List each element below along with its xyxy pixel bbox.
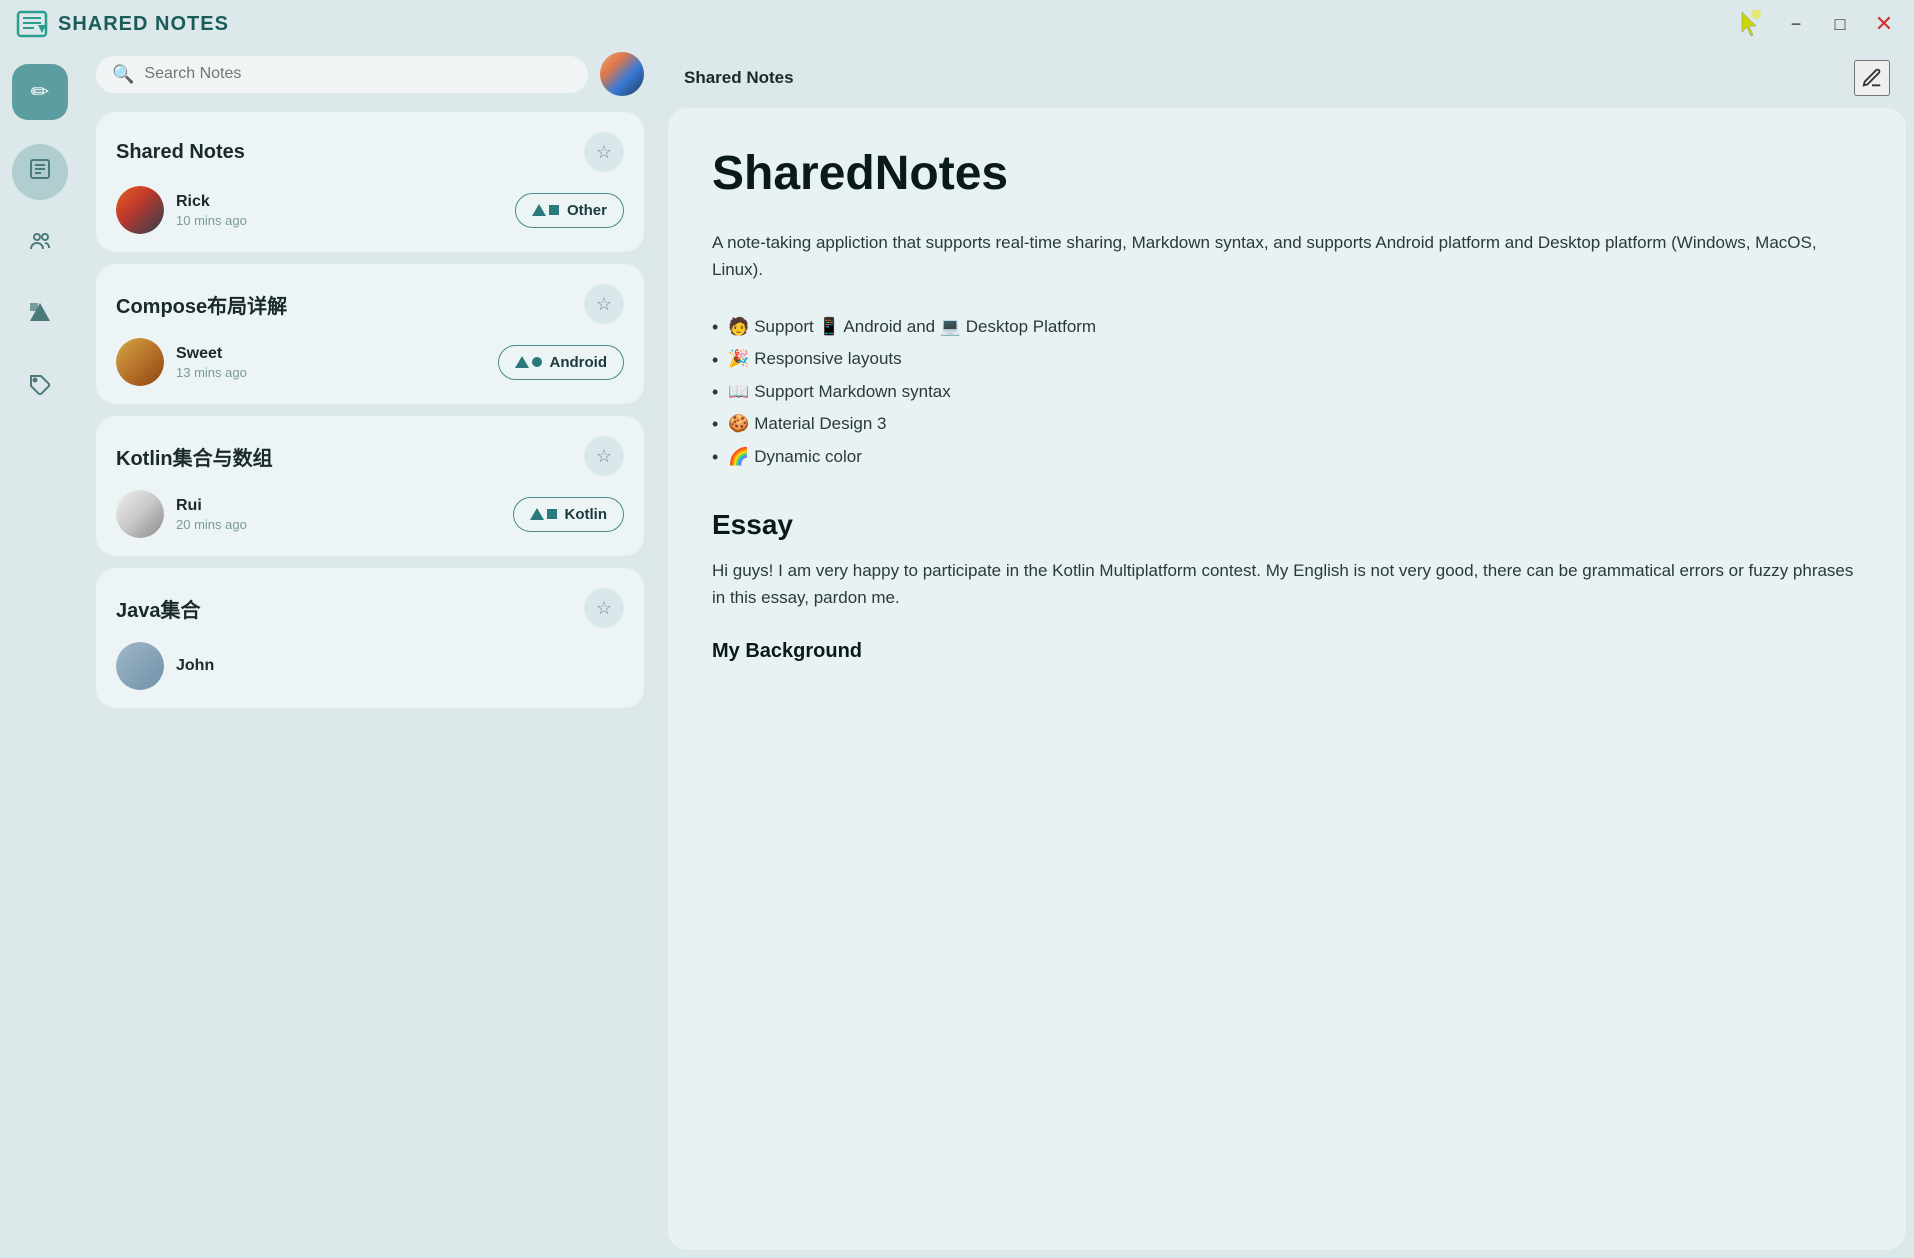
edit-icon: ✏ bbox=[31, 79, 49, 105]
sidebar: ✏ bbox=[0, 48, 80, 1258]
note-tag-other[interactable]: Other bbox=[515, 193, 624, 228]
title-bar: SHARED NOTES − □ ✕ bbox=[0, 0, 1914, 48]
note-card-header-kotlin: Kotlin集合与数组 ☆ bbox=[116, 436, 624, 476]
note-card-header: Shared Notes ☆ bbox=[116, 132, 624, 172]
search-input[interactable] bbox=[144, 65, 572, 83]
note-info-compose: Sweet 13 mins ago bbox=[176, 345, 247, 380]
star-button[interactable]: ☆ bbox=[584, 132, 624, 172]
star-button-kotlin[interactable]: ☆ bbox=[584, 436, 624, 476]
note-card-shared-notes[interactable]: Shared Notes ☆ Rick 10 mins ago bbox=[96, 112, 644, 252]
note-card-header-compose: Compose布局详解 ☆ bbox=[116, 284, 624, 324]
note-avatar-sweet bbox=[116, 338, 164, 386]
note-title-java: Java集合 bbox=[116, 594, 201, 623]
window-controls: − □ ✕ bbox=[1734, 8, 1898, 40]
kotlin-tag-icon bbox=[530, 508, 557, 520]
essay-title: Essay bbox=[712, 509, 1862, 541]
star-button-java[interactable]: ☆ bbox=[584, 588, 624, 628]
sidebar-item-shapes[interactable] bbox=[12, 288, 68, 344]
note-author-sweet: Sweet bbox=[176, 345, 247, 363]
new-note-fab[interactable]: ✏ bbox=[12, 64, 68, 120]
android-tag-label: Android bbox=[550, 354, 608, 371]
tag-icon bbox=[28, 373, 52, 403]
content-main-title: SharedNotes bbox=[712, 148, 1862, 201]
notes-panel: 🔍 Shared Notes ☆ Rick 10 min bbox=[80, 48, 660, 1258]
close-button[interactable]: ✕ bbox=[1870, 10, 1898, 38]
sidebar-item-people[interactable] bbox=[12, 216, 68, 272]
note-tag-kotlin[interactable]: Kotlin bbox=[513, 497, 625, 532]
people-icon bbox=[28, 229, 52, 259]
content-header-title: Shared Notes bbox=[684, 68, 794, 88]
content-panel: Shared Notes SharedNotes A note-taking a… bbox=[660, 48, 1914, 1258]
note-card-meta-java: John bbox=[116, 642, 624, 690]
note-time-rui: 20 mins ago bbox=[176, 517, 247, 532]
note-info-java: John bbox=[176, 657, 214, 675]
note-card-header-java: Java集合 ☆ bbox=[116, 588, 624, 628]
kotlin-tag-label: Kotlin bbox=[565, 506, 608, 523]
feature-item-5: 🌈 Dynamic color bbox=[712, 441, 1862, 473]
note-title-kotlin: Kotlin集合与数组 bbox=[116, 442, 273, 471]
search-icon: 🔍 bbox=[112, 64, 134, 85]
maximize-button[interactable]: □ bbox=[1826, 10, 1854, 38]
android-tag-icon bbox=[515, 356, 542, 368]
essay-text: Hi guys! I am very happy to participate … bbox=[712, 557, 1862, 611]
content-features-list: 🧑 Support 📱 Android and 💻 Desktop Platfo… bbox=[712, 311, 1862, 473]
minimize-button[interactable]: − bbox=[1782, 10, 1810, 38]
notes-icon bbox=[28, 157, 52, 187]
sidebar-item-notes[interactable] bbox=[12, 144, 68, 200]
feature-item-1: 🧑 Support 📱 Android and 💻 Desktop Platfo… bbox=[712, 311, 1862, 343]
cursor-indicator bbox=[1734, 8, 1766, 40]
note-title-compose: Compose布局详解 bbox=[116, 290, 287, 319]
note-info: Rick 10 mins ago bbox=[176, 193, 247, 228]
search-input-wrap[interactable]: 🔍 bbox=[96, 56, 588, 93]
note-card-meta-kotlin: Rui 20 mins ago Kotlin bbox=[116, 490, 624, 538]
feature-item-3: 📖 Support Markdown syntax bbox=[712, 376, 1862, 408]
tag-shape-icon bbox=[532, 204, 559, 216]
note-title: Shared Notes bbox=[116, 141, 245, 164]
search-bar: 🔍 bbox=[96, 52, 644, 96]
user-avatar[interactable] bbox=[600, 52, 644, 96]
note-tag-android[interactable]: Android bbox=[498, 345, 625, 380]
note-card-kotlin[interactable]: Kotlin集合与数组 ☆ Rui 20 mins ago bbox=[96, 416, 644, 556]
note-author-john: John bbox=[176, 657, 214, 675]
star-button-compose[interactable]: ☆ bbox=[584, 284, 624, 324]
content-body: SharedNotes A note-taking appliction tha… bbox=[668, 108, 1906, 1250]
notes-list: Shared Notes ☆ Rick 10 mins ago bbox=[96, 112, 644, 1258]
note-card-compose[interactable]: Compose布局详解 ☆ Sweet 13 mins ago bbox=[96, 264, 644, 404]
note-info-kotlin: Rui 20 mins ago bbox=[176, 497, 247, 532]
sidebar-item-tags[interactable] bbox=[12, 360, 68, 416]
feature-item-4: 🍪 Material Design 3 bbox=[712, 408, 1862, 440]
note-time: 10 mins ago bbox=[176, 213, 247, 228]
note-card-meta-compose: Sweet 13 mins ago Android bbox=[116, 338, 624, 386]
title-bar-left: SHARED NOTES bbox=[16, 8, 229, 40]
note-card-java[interactable]: Java集合 ☆ John bbox=[96, 568, 644, 708]
note-author-rui: Rui bbox=[176, 497, 247, 515]
edit-content-button[interactable] bbox=[1854, 60, 1890, 96]
note-avatar-john bbox=[116, 642, 164, 690]
background-title: My Background bbox=[712, 640, 1862, 663]
note-avatar-rui bbox=[116, 490, 164, 538]
note-avatar-rick bbox=[116, 186, 164, 234]
app-title: SHARED NOTES bbox=[58, 13, 229, 36]
feature-item-2: 🎉 Responsive layouts bbox=[712, 344, 1862, 376]
note-author: Rick bbox=[176, 193, 247, 211]
content-description: A note-taking appliction that supports r… bbox=[712, 229, 1862, 283]
note-time-sweet: 13 mins ago bbox=[176, 365, 247, 380]
main-layout: ✏ bbox=[0, 48, 1914, 1258]
content-header: Shared Notes bbox=[668, 48, 1906, 108]
shapes-icon bbox=[28, 301, 52, 331]
app-icon bbox=[16, 8, 48, 40]
tag-label: Other bbox=[567, 202, 607, 219]
note-card-meta: Rick 10 mins ago Other bbox=[116, 186, 624, 234]
